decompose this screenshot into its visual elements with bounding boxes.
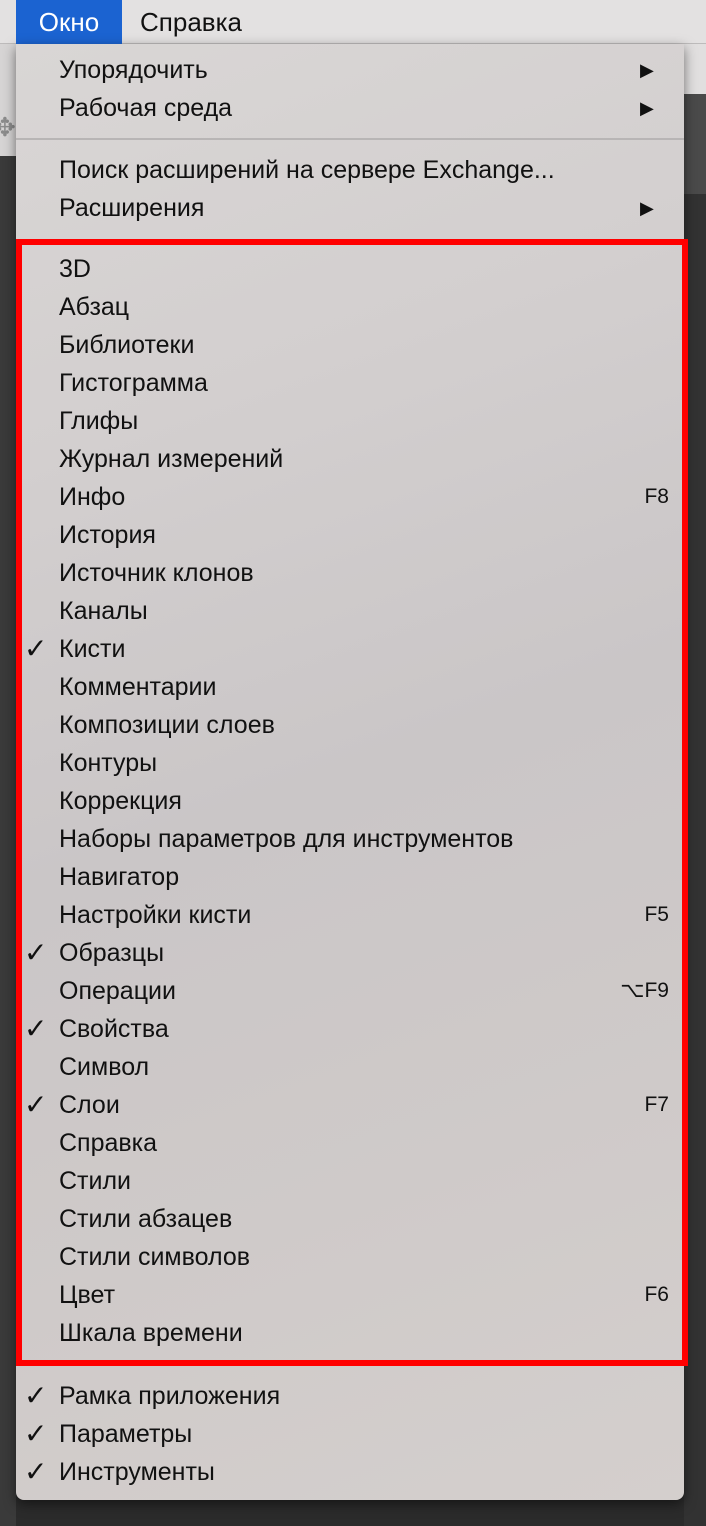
- checkmark-icon: ✓: [24, 1456, 48, 1487]
- menu-item-label: Библиотеки: [59, 331, 195, 359]
- menu-item-panel-4[interactable]: Глифы: [16, 402, 684, 440]
- menu-item-panel-13[interactable]: Контуры: [16, 744, 684, 782]
- menu-item-find-extensions[interactable]: Поиск расширений на сервере Exchange...: [16, 151, 684, 189]
- menu-item-panel-17[interactable]: Настройки кисти F5: [16, 896, 684, 934]
- menu-item-panel-0[interactable]: 3D: [16, 250, 684, 288]
- menu-item-label: Каналы: [59, 597, 148, 625]
- menu-item-panel-2[interactable]: Библиотеки: [16, 326, 684, 364]
- menu-item-label: Рабочая среда: [59, 94, 233, 122]
- menu-item-panel-15[interactable]: Наборы параметров для инструментов: [16, 820, 684, 858]
- menu-item-panel-14[interactable]: Коррекция: [16, 782, 684, 820]
- menu-item-panel-28[interactable]: Шкала времени: [16, 1314, 684, 1352]
- menu-item-label: Операции: [59, 977, 176, 1005]
- menu-item-label: Шкала времени: [59, 1319, 243, 1347]
- menu-item-label: Стили: [59, 1167, 132, 1195]
- submenu-arrow-icon: ▶: [640, 198, 654, 218]
- menu-item-panel-18[interactable]: ✓ Образцы: [16, 934, 684, 972]
- menu-item-label: Журнал измерений: [59, 445, 284, 473]
- checkmark-icon: ✓: [24, 937, 48, 968]
- menu-item-panel-24[interactable]: Стили: [16, 1162, 684, 1200]
- menu-item-extensions[interactable]: Расширения ▶: [16, 189, 684, 227]
- checkmark-icon: ✓: [24, 1013, 48, 1044]
- menu-item-shortcut: F8: [644, 485, 669, 508]
- menu-item-panel-10[interactable]: ✓ Кисти: [16, 630, 684, 668]
- checkmark-icon: ✓: [24, 633, 48, 664]
- menu-item-label: Параметры: [59, 1420, 193, 1448]
- menu-item-panel-11[interactable]: Комментарии: [16, 668, 684, 706]
- menu-item-panel-23[interactable]: Справка: [16, 1124, 684, 1162]
- menu-item-panel-7[interactable]: История: [16, 516, 684, 554]
- menu-item-panel-25[interactable]: Стили абзацев: [16, 1200, 684, 1238]
- menu-item-panel-6[interactable]: Инфо F8: [16, 478, 684, 516]
- menu-item-label: Инфо: [59, 483, 126, 511]
- menu-item-label: 3D: [59, 255, 91, 283]
- checkmark-icon: ✓: [24, 1380, 48, 1411]
- menu-item-options[interactable]: ✓ Параметры: [16, 1415, 684, 1453]
- checkmark-icon: ✓: [24, 1418, 48, 1449]
- menu-separator-1: [16, 138, 684, 140]
- menu-item-label: Навигатор: [59, 863, 180, 891]
- menubar-item-window[interactable]: Окно: [16, 0, 122, 44]
- menu-item-label: Стили символов: [59, 1243, 251, 1271]
- menu-item-shortcut: F6: [644, 1283, 669, 1306]
- menu-item-label: Кисти: [59, 635, 126, 663]
- menu-item-label: Инструменты: [59, 1458, 215, 1486]
- menu-item-panel-12[interactable]: Композиции слоев: [16, 706, 684, 744]
- menu-item-panel-5[interactable]: Журнал измерений: [16, 440, 684, 478]
- menu-item-label: Стили абзацев: [59, 1205, 233, 1233]
- menu-item-panel-9[interactable]: Каналы: [16, 592, 684, 630]
- background-panel-right-mid: [684, 94, 706, 194]
- menu-item-label: Упорядочить: [59, 56, 208, 84]
- menu-item-panel-27[interactable]: Цвет F6: [16, 1276, 684, 1314]
- menu-item-label: Наборы параметров для инструментов: [59, 825, 514, 853]
- menu-item-label: История: [59, 521, 156, 549]
- move-tool-icon: ✥: [0, 112, 16, 142]
- menu-item-label: Цвет: [59, 1281, 116, 1309]
- menu-item-label: Образцы: [59, 939, 165, 967]
- menu-item-panel-1[interactable]: Абзац: [16, 288, 684, 326]
- menu-item-panel-16[interactable]: Навигатор: [16, 858, 684, 896]
- menu-item-label: Абзац: [59, 293, 130, 321]
- menu-item-label: Свойства: [59, 1015, 169, 1043]
- menu-item-label: Поиск расширений на сервере Exchange...: [59, 156, 555, 184]
- submenu-arrow-icon: ▶: [640, 98, 654, 118]
- menu-item-label: Слои: [59, 1091, 120, 1119]
- menu-item-label: Рамка приложения: [59, 1382, 281, 1410]
- menu-item-label: Символ: [59, 1053, 150, 1081]
- window-menu-dropdown: Упорядочить ▶ Рабочая среда ▶ Поиск расширен…: [16, 44, 684, 1500]
- menu-item-panel-26[interactable]: Стили символов: [16, 1238, 684, 1276]
- menu-item-label: Настройки кисти: [59, 901, 252, 929]
- menu-item-workspace[interactable]: Рабочая среда ▶: [16, 89, 684, 127]
- background-panel-right: [684, 44, 706, 1526]
- menu-item-panel-20[interactable]: ✓ Свойства: [16, 1010, 684, 1048]
- menu-item-shortcut: ⌥F9: [620, 979, 669, 1002]
- menu-item-label: Глифы: [59, 407, 139, 435]
- menu-item-application-frame[interactable]: ✓ Рамка приложения: [16, 1377, 684, 1415]
- menu-item-shortcut: F5: [644, 903, 669, 926]
- background-panel-left: ✥: [0, 44, 16, 1526]
- menu-item-label: Композиции слоев: [59, 711, 275, 739]
- menu-item-shortcut: F7: [644, 1093, 669, 1116]
- menu-item-label: Справка: [59, 1129, 158, 1157]
- menu-item-panel-22[interactable]: ✓ Слои F7: [16, 1086, 684, 1124]
- menu-item-label: Гистограмма: [59, 369, 208, 397]
- screen: Окно Справка ✥ Упорядочить ▶ Рабочая среда…: [0, 0, 706, 1526]
- background-toolbar-right: [684, 44, 706, 94]
- menu-item-label: Комментарии: [59, 673, 217, 701]
- menu-item-panel-21[interactable]: Символ: [16, 1048, 684, 1086]
- submenu-arrow-icon: ▶: [640, 60, 654, 80]
- menu-item-tools[interactable]: ✓ Инструменты: [16, 1453, 684, 1491]
- checkmark-icon: ✓: [24, 1089, 48, 1120]
- menu-item-label: Расширения: [59, 194, 205, 222]
- menubar: Окно Справка: [0, 0, 706, 44]
- menu-item-label: Источник клонов: [59, 559, 254, 587]
- menu-item-label: Контуры: [59, 749, 158, 777]
- menubar-item-help[interactable]: Справка: [122, 0, 260, 44]
- menu-item-panel-19[interactable]: Операции ⌥F9: [16, 972, 684, 1010]
- menu-item-panel-8[interactable]: Источник клонов: [16, 554, 684, 592]
- menu-item-label: Коррекция: [59, 787, 182, 815]
- menu-item-panel-3[interactable]: Гистограмма: [16, 364, 684, 402]
- menu-item-arrange[interactable]: Упорядочить ▶: [16, 51, 684, 89]
